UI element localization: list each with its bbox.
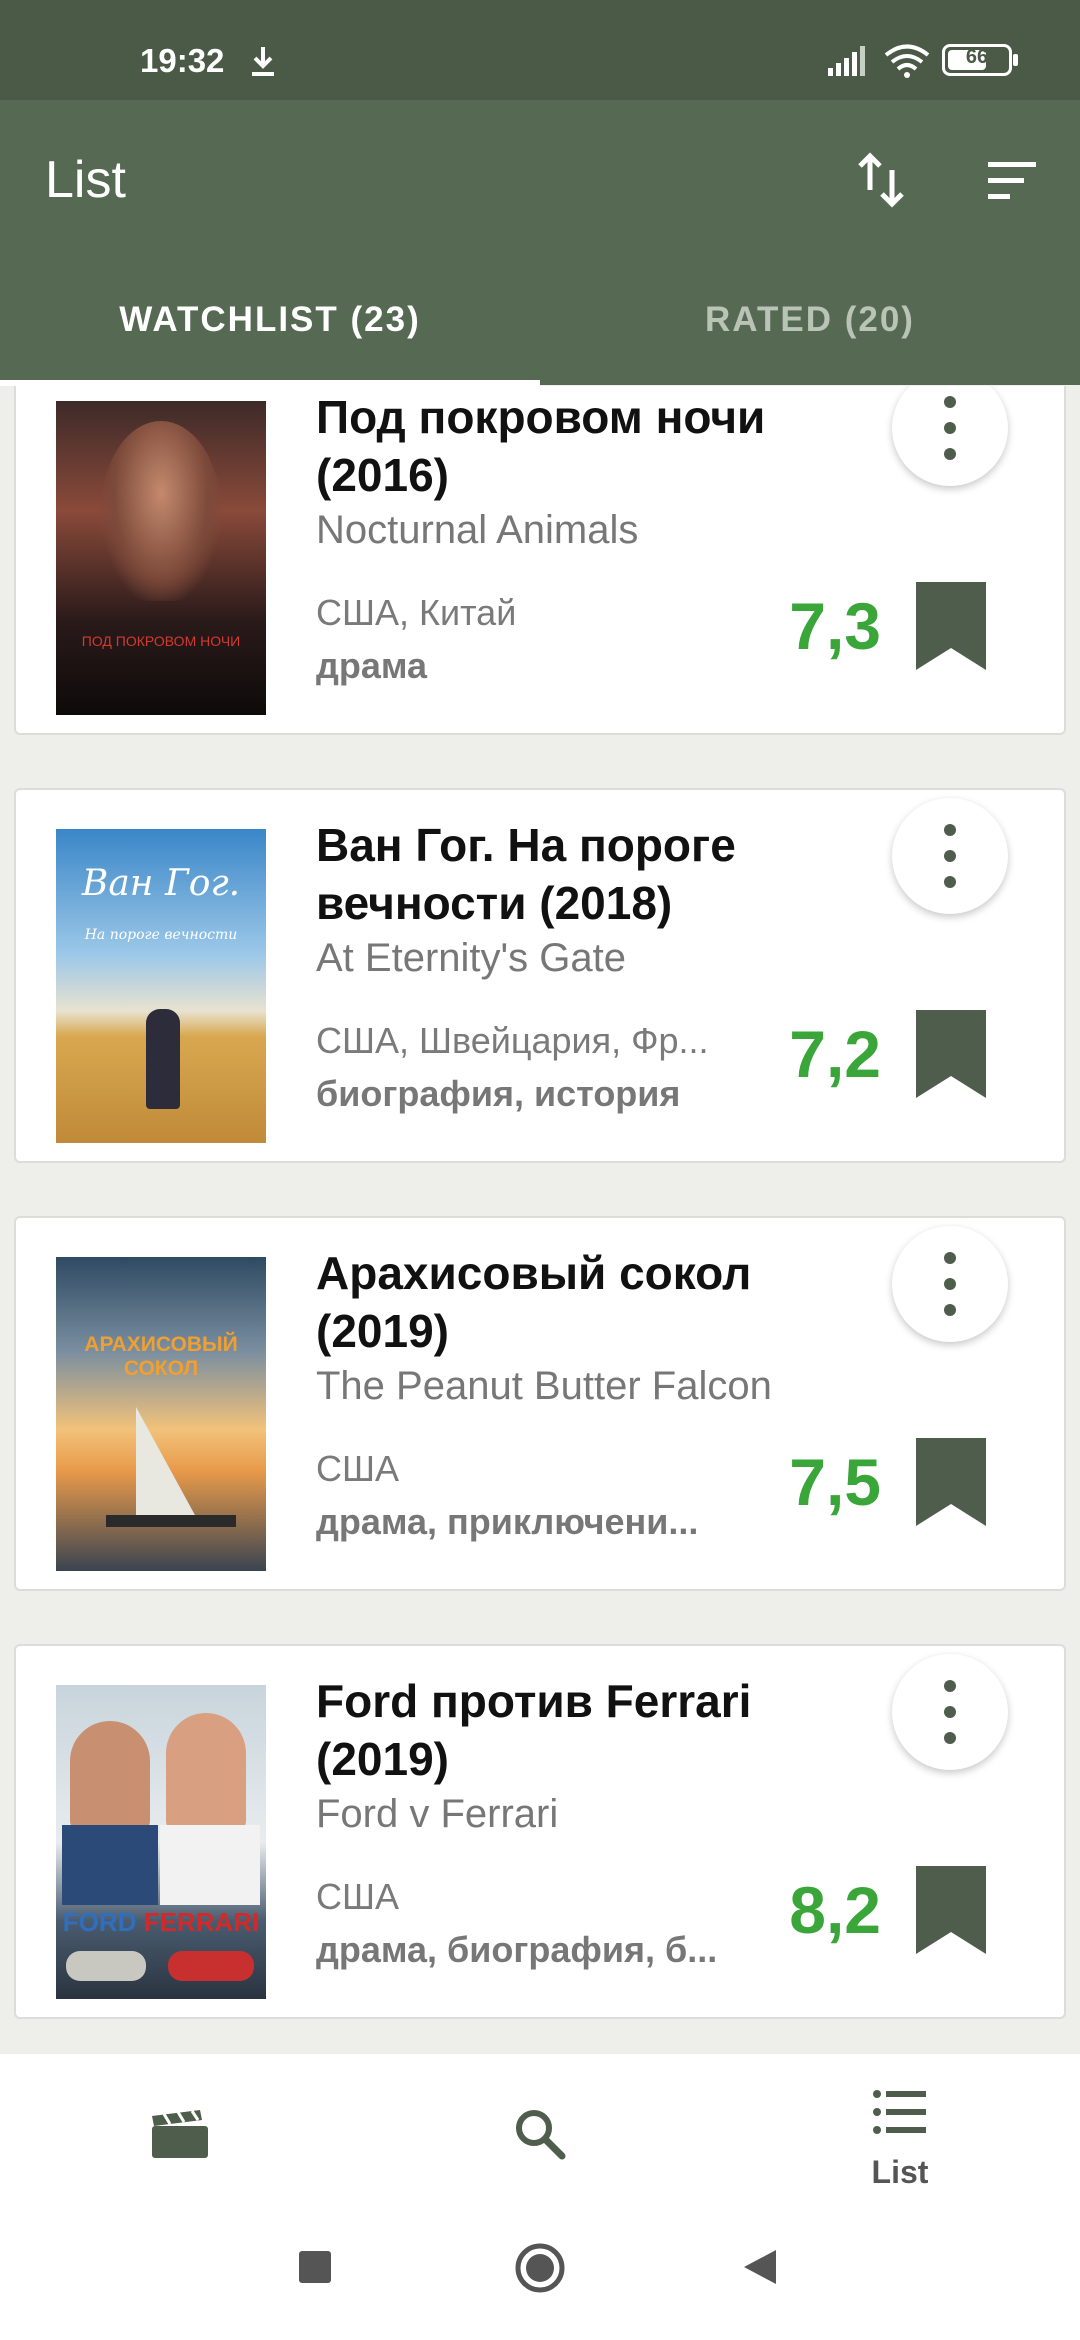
page-title: List	[45, 151, 126, 209]
list-icon	[873, 2090, 926, 2134]
download-icon	[252, 47, 274, 76]
movie-genres: драма, биография, б...	[316, 1929, 718, 1970]
status-time: 19:32	[140, 42, 225, 79]
app-bar: List	[0, 100, 1080, 255]
movie-genres: драма	[316, 645, 428, 686]
movie-rating: 7,3	[789, 589, 881, 663]
battery-icon: 66	[942, 44, 1012, 76]
home-button[interactable]	[514, 2242, 566, 2294]
status-bar: 19:32 66	[0, 0, 1080, 100]
tab-watchlist[interactable]: WATCHLIST (23)	[0, 255, 540, 385]
nav-item-search[interactable]	[360, 2054, 720, 2210]
more-options-button[interactable]	[892, 386, 1008, 486]
movie-title: Под покровом ночи (2016)	[316, 391, 766, 501]
back-button[interactable]	[742, 2248, 778, 2286]
poster-subtitle: На пороге вечности	[84, 927, 238, 943]
movie-poster: Ван Гог. На пороге вечности	[56, 829, 266, 1143]
movie-rating: 7,5	[789, 1445, 881, 1519]
movie-countries: США	[316, 1448, 400, 1489]
poster-title: Ван Гог.	[81, 863, 241, 904]
nav-item-list[interactable]: List	[720, 2054, 1080, 2210]
movie-card[interactable]: АРАХИСОВЫЙ СОКОЛ Арахисовый сокол (2019)…	[14, 1216, 1066, 1591]
movie-original-title: Nocturnal Animals	[316, 508, 639, 552]
poster-title: ПОД ПОКРОВОМ НОЧИ	[81, 633, 241, 649]
movie-countries: США, Швейцария, Фр...	[316, 1020, 709, 1061]
more-options-button[interactable]	[892, 1226, 1008, 1342]
bookmark-icon[interactable]	[916, 1866, 986, 1954]
tab-bar: WATCHLIST (23) RATED (20)	[0, 255, 1080, 385]
movie-poster: АРАХИСОВЫЙ СОКОЛ	[56, 1257, 266, 1571]
movie-title: Ford против Ferrari (2019)	[316, 1675, 752, 1785]
sort-button[interactable]	[852, 150, 912, 210]
movie-original-title: The Peanut Butter Falcon	[316, 1364, 772, 1408]
movie-poster: ПОД ПОКРОВОМ НОЧИ	[56, 401, 266, 715]
poster-subtitle: FERRARI	[143, 1907, 260, 1937]
nav-label: List	[871, 2154, 929, 2190]
nav-item-movies[interactable]	[0, 2054, 360, 2210]
movie-genres: биография, история	[316, 1073, 681, 1114]
movie-genres: драма, приключени...	[316, 1501, 699, 1542]
more-options-button[interactable]	[892, 1654, 1008, 1770]
signal-icon	[828, 46, 865, 76]
poster-title: FORD	[62, 1907, 137, 1937]
recents-button[interactable]	[298, 2250, 332, 2284]
movie-poster: FORD FERRARI	[56, 1685, 266, 1999]
movie-countries: США, Китай	[316, 592, 517, 633]
movie-countries: США	[316, 1876, 400, 1917]
bottom-navigation: List	[0, 2054, 1080, 2210]
movie-card[interactable]: ПОД ПОКРОВОМ НОЧИ Под покровом ночи (201…	[14, 386, 1066, 735]
movie-card[interactable]: FORD FERRARI Ford против Ferrari (2019) …	[14, 1644, 1066, 2019]
bookmark-icon[interactable]	[916, 1438, 986, 1526]
movie-title: Арахисовый сокол (2019)	[316, 1247, 752, 1357]
wifi-icon	[884, 44, 930, 78]
movie-rating: 7,2	[789, 1017, 881, 1091]
movie-list[interactable]: ПОД ПОКРОВОМ НОЧИ Под покровом ночи (201…	[0, 386, 1080, 2054]
search-icon	[516, 2110, 566, 2160]
poster-subtitle: СОКОЛ	[123, 1357, 199, 1380]
bookmark-icon[interactable]	[916, 582, 986, 670]
movie-rating: 8,2	[789, 1873, 881, 1947]
poster-title: АРАХИСОВЫЙ	[84, 1333, 238, 1356]
movie-original-title: At Eternity's Gate	[316, 936, 626, 980]
movie-card[interactable]: Ван Гог. На пороге вечности Ван Гог. На …	[14, 788, 1066, 1163]
clapperboard-icon	[152, 2110, 208, 2158]
movie-title: Ван Гог. На пороге вечности (2018)	[316, 819, 736, 929]
system-navigation-bar	[0, 2210, 1080, 2340]
bookmark-icon[interactable]	[916, 1010, 986, 1098]
battery-level: 66	[965, 46, 989, 68]
tab-rated[interactable]: RATED (20)	[540, 255, 1080, 385]
movie-original-title: Ford v Ferrari	[316, 1792, 559, 1836]
filter-button[interactable]	[980, 152, 1040, 212]
more-options-button[interactable]	[892, 798, 1008, 914]
